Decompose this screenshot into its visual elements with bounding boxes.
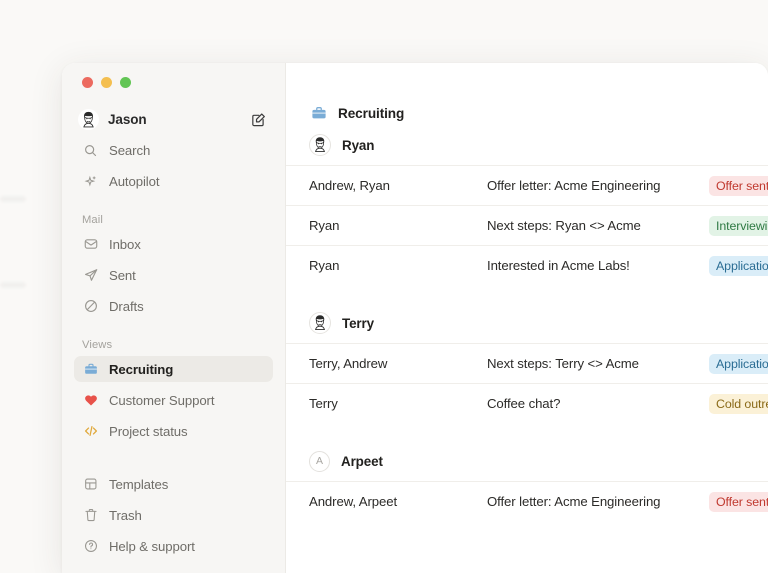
sidebar-item-label: Recruiting [109, 361, 174, 377]
sidebar-section-mail-label: Mail [82, 214, 103, 226]
row-sender: Andrew, Ryan [309, 178, 390, 193]
table-row[interactable]: Andrew, Arpeet Offer letter: Acme Engine… [286, 481, 768, 521]
sidebar-item-project-status[interactable]: Project status [74, 418, 273, 444]
row-sender: Ryan [309, 218, 340, 233]
sidebar-item-label: Sent [109, 267, 136, 283]
sidebar-item-sent[interactable]: Sent [74, 262, 273, 288]
sparkle-icon [82, 173, 99, 190]
sidebar-section-views-label: Views [82, 339, 113, 351]
app-screenshot: Jason Search Autopilot Mail Inbox Sent D… [0, 0, 768, 573]
background-artifact [0, 196, 26, 202]
sidebar-divider-space [74, 444, 273, 466]
status-badge[interactable]: Cold outreach [709, 393, 768, 414]
table-row[interactable]: Andrew, Ryan Offer letter: Acme Engineer… [286, 165, 768, 205]
sidebar-item-label: Inbox [109, 236, 141, 252]
table-row[interactable]: Ryan Next steps: Ryan <> Acme Interviewi… [286, 205, 768, 245]
heart-icon [82, 392, 99, 409]
status-badge[interactable]: Application [709, 353, 768, 374]
minimize-window-button[interactable] [101, 77, 112, 88]
compose-icon[interactable] [249, 110, 267, 128]
sidebar-item-label: Project status [109, 423, 188, 439]
sidebar-item-label: Drafts [109, 298, 144, 314]
sidebar-item-label: Customer Support [109, 392, 215, 408]
group-header-ryan[interactable]: Ryan [286, 125, 768, 165]
status-badge[interactable]: Interviewing [709, 215, 768, 236]
sidebar-item-label: Templates [109, 476, 169, 492]
group-name: Ryan [342, 137, 375, 153]
send-icon [82, 267, 99, 284]
window-traffic-lights [74, 63, 273, 88]
avatar: A [309, 450, 330, 472]
group-name: Terry [342, 315, 375, 331]
sidebar-item-customer-support[interactable]: Customer Support [74, 387, 273, 413]
search-icon [82, 142, 99, 159]
view-header: Recruiting [286, 63, 768, 125]
avatar [78, 108, 99, 130]
sidebar-item-inbox[interactable]: Inbox [74, 231, 273, 257]
background-artifact [0, 282, 26, 288]
sidebar-item-drafts[interactable]: Drafts [74, 293, 273, 319]
group-name: Arpeet [341, 453, 383, 469]
trash-icon [82, 507, 99, 524]
row-sender: Terry [309, 396, 338, 411]
group-gap [286, 285, 768, 303]
table-row[interactable]: Ryan Interested in Acme Labs! Applicatio… [286, 245, 768, 285]
main-content: Recruiting Ryan Andrew, Ryan Offer lette… [286, 63, 768, 573]
sidebar-item-trash[interactable]: Trash [74, 502, 273, 528]
status-badge[interactable]: Offer sent [709, 491, 768, 512]
briefcase-icon [309, 104, 328, 123]
sidebar-item-label: Search [109, 142, 151, 158]
group-header-arpeet[interactable]: A Arpeet [286, 441, 768, 481]
sidebar-item-autopilot[interactable]: Autopilot [74, 168, 273, 194]
app-window: Jason Search Autopilot Mail Inbox Sent D… [62, 63, 768, 573]
sidebar-item-help-support[interactable]: Help & support [74, 533, 273, 559]
sidebar-item-search[interactable]: Search [74, 137, 273, 163]
group-header-terry[interactable]: Terry [286, 303, 768, 343]
sidebar-item-recruiting[interactable]: Recruiting [74, 356, 273, 382]
close-window-button[interactable] [82, 77, 93, 88]
page-title: Recruiting [338, 105, 405, 121]
avatar [309, 312, 331, 334]
account-name: Jason [108, 111, 147, 127]
inbox-icon [82, 236, 99, 253]
sidebar-item-label: Help & support [109, 538, 195, 554]
status-badge[interactable]: Offer sent [709, 175, 768, 196]
row-sender: Ryan [309, 258, 340, 273]
sidebar: Jason Search Autopilot Mail Inbox Sent D… [62, 63, 286, 573]
help-icon [82, 538, 99, 555]
maximize-window-button[interactable] [120, 77, 131, 88]
group-gap [286, 423, 768, 441]
table-row[interactable]: Terry, Andrew Next steps: Terry <> Acme … [286, 343, 768, 383]
row-sender: Andrew, Arpeet [309, 494, 398, 509]
row-sender: Terry, Andrew [309, 356, 388, 371]
templates-icon [82, 476, 99, 493]
drafts-icon [82, 298, 99, 315]
account-row[interactable]: Jason [74, 106, 273, 132]
sidebar-item-label: Trash [109, 507, 142, 523]
sidebar-item-templates[interactable]: Templates [74, 471, 273, 497]
code-icon [82, 423, 99, 440]
avatar [309, 134, 331, 156]
sidebar-item-label: Autopilot [109, 173, 160, 189]
table-row[interactable]: Terry Coffee chat? Cold outreach [286, 383, 768, 423]
status-badge[interactable]: Application [709, 255, 768, 276]
briefcase-icon [82, 361, 99, 378]
